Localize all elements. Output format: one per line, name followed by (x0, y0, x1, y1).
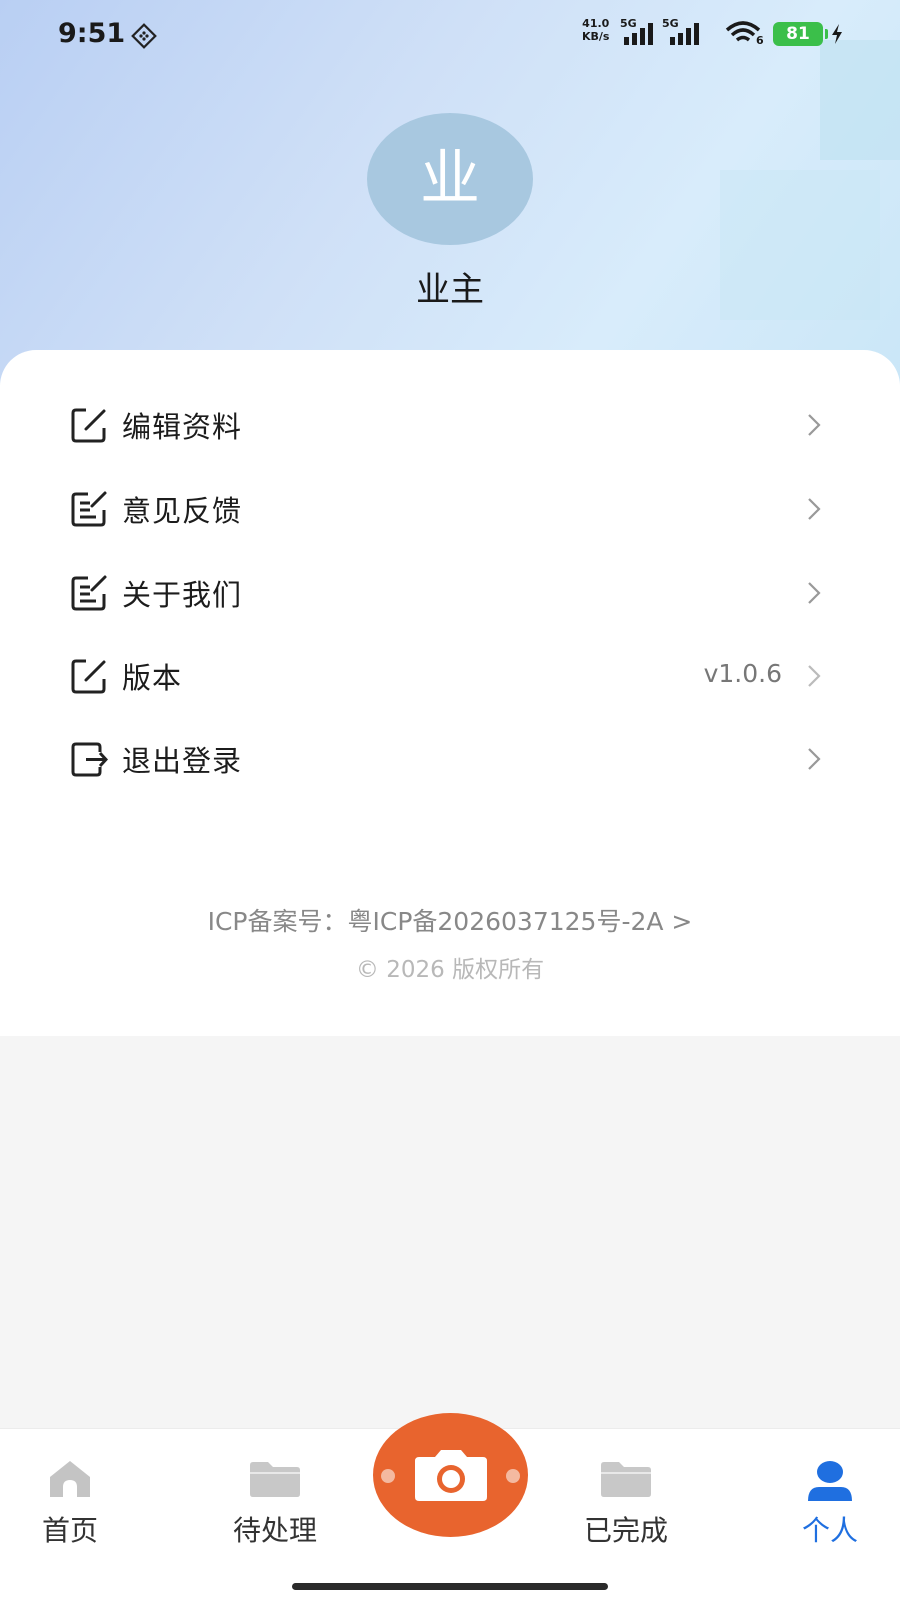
chevron-right-icon (808, 582, 821, 604)
menu-item-feedback[interactable]: 意见反馈 (0, 466, 900, 550)
menu-item-version[interactable]: 版本 v1.0.6 (0, 633, 900, 717)
chevron-right-icon (808, 748, 821, 770)
menu-item-label: 版本 (122, 661, 183, 695)
folder-icon (250, 1462, 300, 1497)
battery-indicator: 81 (773, 22, 828, 46)
tab-label: 首页 (41, 1514, 98, 1547)
note-edit-icon (71, 575, 107, 611)
edit-icon (71, 659, 106, 694)
menu-item-label: 编辑资料 (122, 410, 243, 444)
notification-icon (131, 23, 157, 49)
menu-item-label: 退出登录 (122, 744, 243, 778)
tab-home[interactable]: 首页 (0, 1429, 140, 1549)
camera-icon (415, 1450, 487, 1501)
tab-completed[interactable]: 已完成 (556, 1429, 696, 1549)
network-speed-value: 41.0 (582, 17, 610, 30)
tab-label: 个人 (801, 1514, 858, 1547)
home-indicator (292, 1583, 608, 1590)
status-bar: 9:51 41.0 KB/s 5G 5G 6 81 (0, 0, 900, 70)
chevron-right-icon (808, 665, 821, 687)
avatar[interactable]: 业 (367, 113, 533, 245)
menu-item-about-us[interactable]: 关于我们 (0, 550, 900, 634)
network-speed: 41.0 KB/s (582, 17, 609, 43)
folder-icon (601, 1462, 651, 1497)
chevron-right-icon (808, 414, 821, 436)
camera-button[interactable] (373, 1413, 528, 1537)
tab-profile[interactable]: 个人 (760, 1429, 900, 1549)
menu-item-label: 意见反馈 (122, 494, 243, 528)
chevron-right-icon (808, 498, 821, 520)
charging-icon (832, 24, 842, 44)
decoration-dot (381, 1469, 395, 1483)
edit-icon (71, 408, 106, 443)
icp-link[interactable]: ICP备案号：粤ICP备2026037125号-2A > (0, 902, 900, 938)
signal-icon (670, 23, 699, 45)
home-icon (50, 1461, 90, 1497)
menu-item-logout[interactable]: 退出登录 (0, 716, 900, 800)
user-icon (808, 1461, 852, 1501)
menu-item-label: 关于我们 (122, 578, 243, 612)
version-value: v1.0.6 (703, 659, 782, 688)
menu-item-edit-profile[interactable]: 编辑资料 (0, 382, 900, 466)
note-edit-icon (71, 491, 107, 527)
signal-icon (624, 23, 653, 45)
tab-pending[interactable]: 待处理 (205, 1429, 345, 1549)
tab-label: 待处理 (232, 1514, 317, 1547)
copyright-text: © 2026 版权所有 (355, 957, 545, 983)
wifi-badge: 6 (756, 34, 764, 47)
status-time: 9:51 (58, 18, 126, 49)
user-name: 业主 (416, 270, 484, 310)
tab-label: 已完成 (583, 1514, 668, 1547)
logout-icon (71, 742, 108, 777)
network-speed-unit: KB/s (582, 30, 610, 43)
decoration-dot (506, 1469, 520, 1483)
